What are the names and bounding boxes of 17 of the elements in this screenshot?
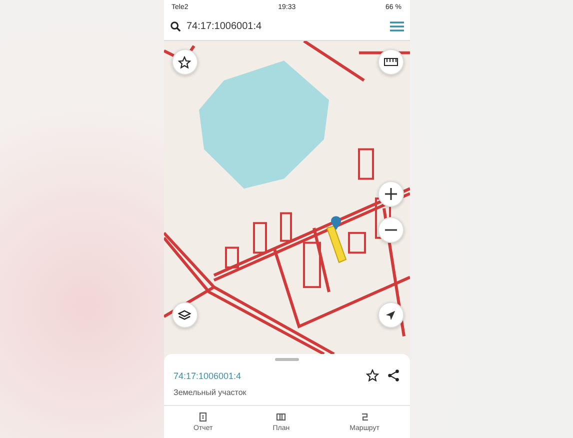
- route-icon: [360, 412, 370, 422]
- layers-icon: [178, 308, 191, 322]
- document-icon: [198, 412, 208, 422]
- search-bar[interactable]: 74:17:1006001:4: [164, 14, 410, 41]
- navigation-arrow-icon: [385, 310, 396, 320]
- drag-handle[interactable]: [274, 358, 298, 361]
- map-icon: [276, 412, 286, 422]
- menu-icon[interactable]: [390, 20, 404, 32]
- star-icon: [178, 56, 191, 68]
- search-icon: [170, 20, 180, 32]
- parcel-number: 74:17:1006001:4: [174, 370, 242, 380]
- share-icon[interactable]: [386, 369, 400, 382]
- plus-icon: [384, 188, 396, 200]
- ruler-icon: [384, 58, 398, 66]
- star-icon[interactable]: [366, 369, 378, 382]
- search-field[interactable]: 74:17:1006001:4: [186, 20, 384, 32]
- parcel-type: Земельный участок: [174, 388, 248, 397]
